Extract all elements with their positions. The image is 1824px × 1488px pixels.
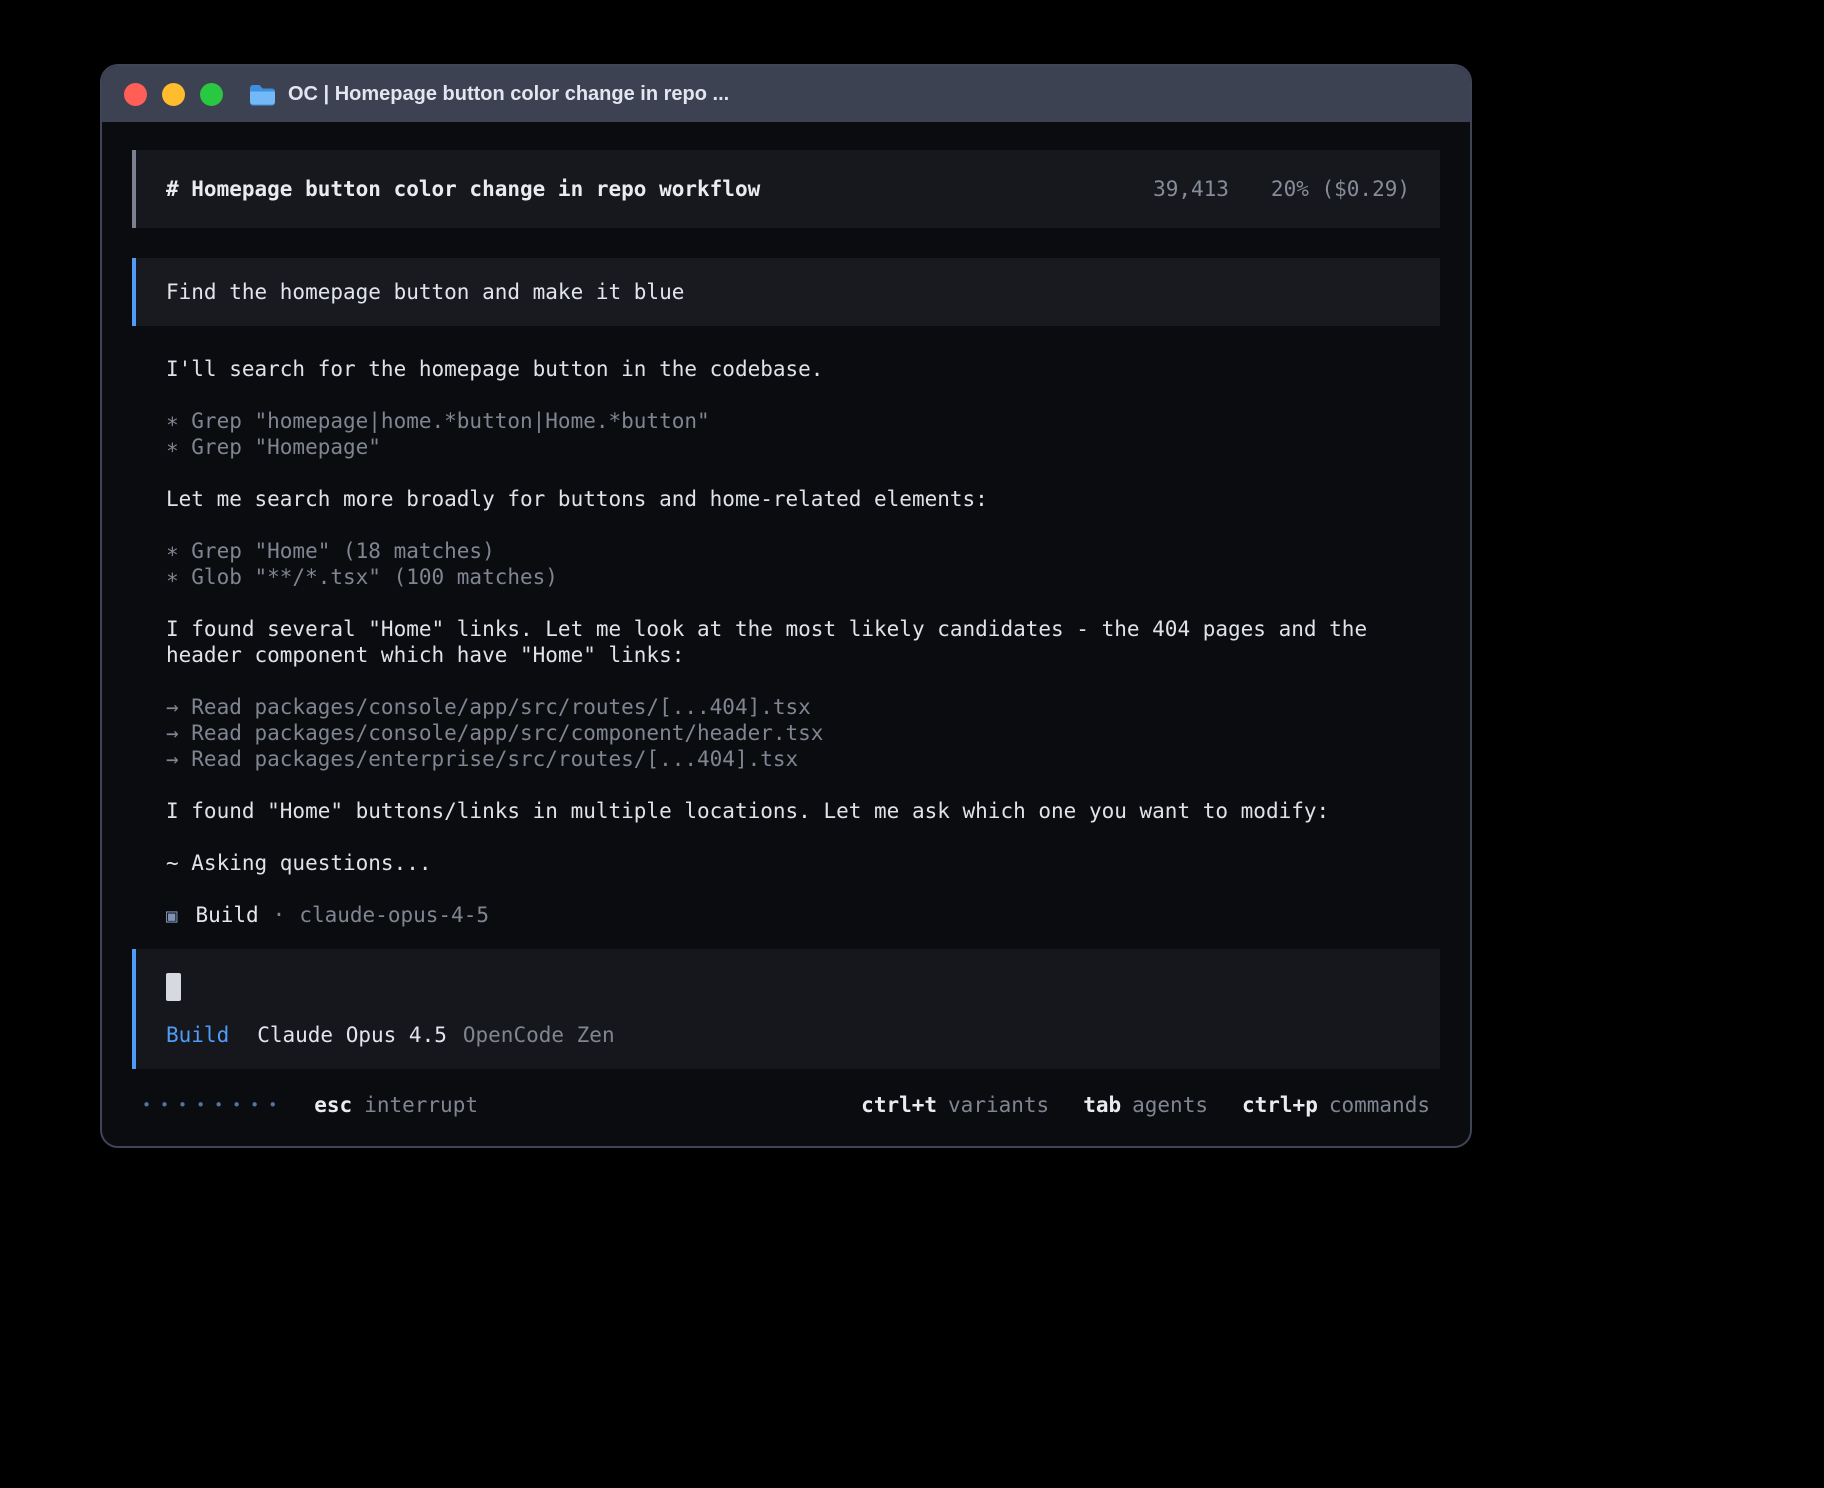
input-model-label: Claude Opus 4.5 xyxy=(257,1023,447,1047)
shortcut-agents: tab agents xyxy=(1083,1093,1208,1117)
title-bar: OC | Homepage button color change in rep… xyxy=(102,66,1470,122)
user-message-text: Find the homepage button and make it blu… xyxy=(166,280,684,304)
assistant-paragraph: I'll search for the homepage button in t… xyxy=(166,356,1440,382)
shortcut-label: commands xyxy=(1329,1093,1430,1117)
status-bar-right: ctrl+t variants tab agents ctrl+p comman… xyxy=(861,1093,1430,1117)
esc-key-hint: esc xyxy=(314,1093,352,1117)
terminal-window: OC | Homepage button color change in rep… xyxy=(100,64,1472,1148)
context-usage: 20% ($0.29) xyxy=(1271,177,1410,201)
session-header: # Homepage button color change in repo w… xyxy=(132,150,1440,228)
shortcut-label: variants xyxy=(948,1093,1049,1117)
assistant-paragraph: Let me search more broadly for buttons a… xyxy=(166,486,1440,512)
assistant-paragraph: ~ Asking questions... xyxy=(166,850,1440,876)
input-meta-row: Build Claude Opus 4.5 OpenCode Zen xyxy=(166,1023,1410,1047)
shortcut-keys: tab xyxy=(1083,1093,1121,1117)
input-provider-label: OpenCode Zen xyxy=(463,1023,615,1047)
close-button[interactable] xyxy=(124,83,147,106)
session-stats: 39,413 20% ($0.29) xyxy=(1153,177,1410,201)
status-bar-left: •••••••• esc interrupt xyxy=(142,1093,478,1117)
shortcut-keys: ctrl+p xyxy=(1242,1093,1318,1117)
shortcut-commands: ctrl+p commands xyxy=(1242,1093,1430,1117)
conversation: I'll search for the homepage button in t… xyxy=(132,356,1440,876)
session-title: # Homepage button color change in repo w… xyxy=(166,177,760,201)
tool-call-group: → Read packages/console/app/src/routes/[… xyxy=(166,694,1440,772)
tool-call-group: ∗ Grep "Home" (18 matches) ∗ Glob "**/*.… xyxy=(166,538,1440,590)
tool-call-group: ∗ Grep "homepage|home.*button|Home.*butt… xyxy=(166,408,1440,460)
model-name: claude-opus-4-5 xyxy=(299,902,489,928)
assistant-paragraph: I found "Home" buttons/links in multiple… xyxy=(166,798,1440,824)
window-title: OC | Homepage button color change in rep… xyxy=(288,83,729,106)
shortcut-label: agents xyxy=(1132,1093,1208,1117)
shortcut-keys: ctrl+t xyxy=(861,1093,937,1117)
minimize-button[interactable] xyxy=(162,83,185,106)
spinner-dots: •••••••• xyxy=(142,1096,286,1114)
agent-icon: ▣ xyxy=(166,903,177,929)
folder-icon xyxy=(249,83,276,106)
agent-name: Build xyxy=(195,902,258,928)
dot-separator: · xyxy=(273,902,286,928)
assistant-paragraph: I found several "Home" links. Let me loo… xyxy=(166,616,1440,668)
interrupt-label: interrupt xyxy=(364,1093,478,1117)
shortcut-variants: ctrl+t variants xyxy=(861,1093,1049,1117)
prompt-input[interactable]: Build Claude Opus 4.5 OpenCode Zen xyxy=(132,949,1440,1069)
terminal-content: # Homepage button color change in repo w… xyxy=(102,122,1470,1146)
user-message: Find the homepage button and make it blu… xyxy=(132,258,1440,326)
text-cursor xyxy=(166,973,181,1001)
zoom-button[interactable] xyxy=(200,83,223,106)
agent-status-row: ▣ Build · claude-opus-4-5 xyxy=(132,902,1440,929)
traffic-lights xyxy=(124,83,223,106)
token-count: 39,413 xyxy=(1153,177,1229,201)
status-bar: •••••••• esc interrupt ctrl+t variants t… xyxy=(132,1093,1440,1117)
agent-mode-label: Build xyxy=(166,1023,229,1047)
